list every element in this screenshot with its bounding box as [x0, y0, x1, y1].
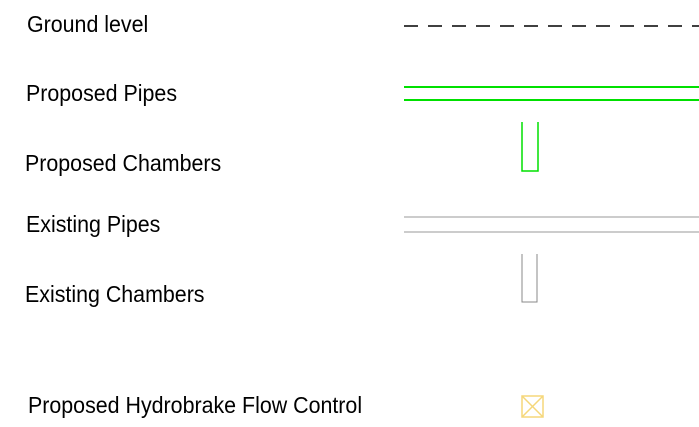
crossed-box-icon: [521, 395, 544, 418]
chamber-icon: [521, 122, 539, 172]
double-line-icon: [404, 86, 699, 101]
chamber-icon: [521, 254, 538, 303]
legend-symbols: [404, 25, 699, 418]
double-line-icon: [404, 216, 699, 233]
